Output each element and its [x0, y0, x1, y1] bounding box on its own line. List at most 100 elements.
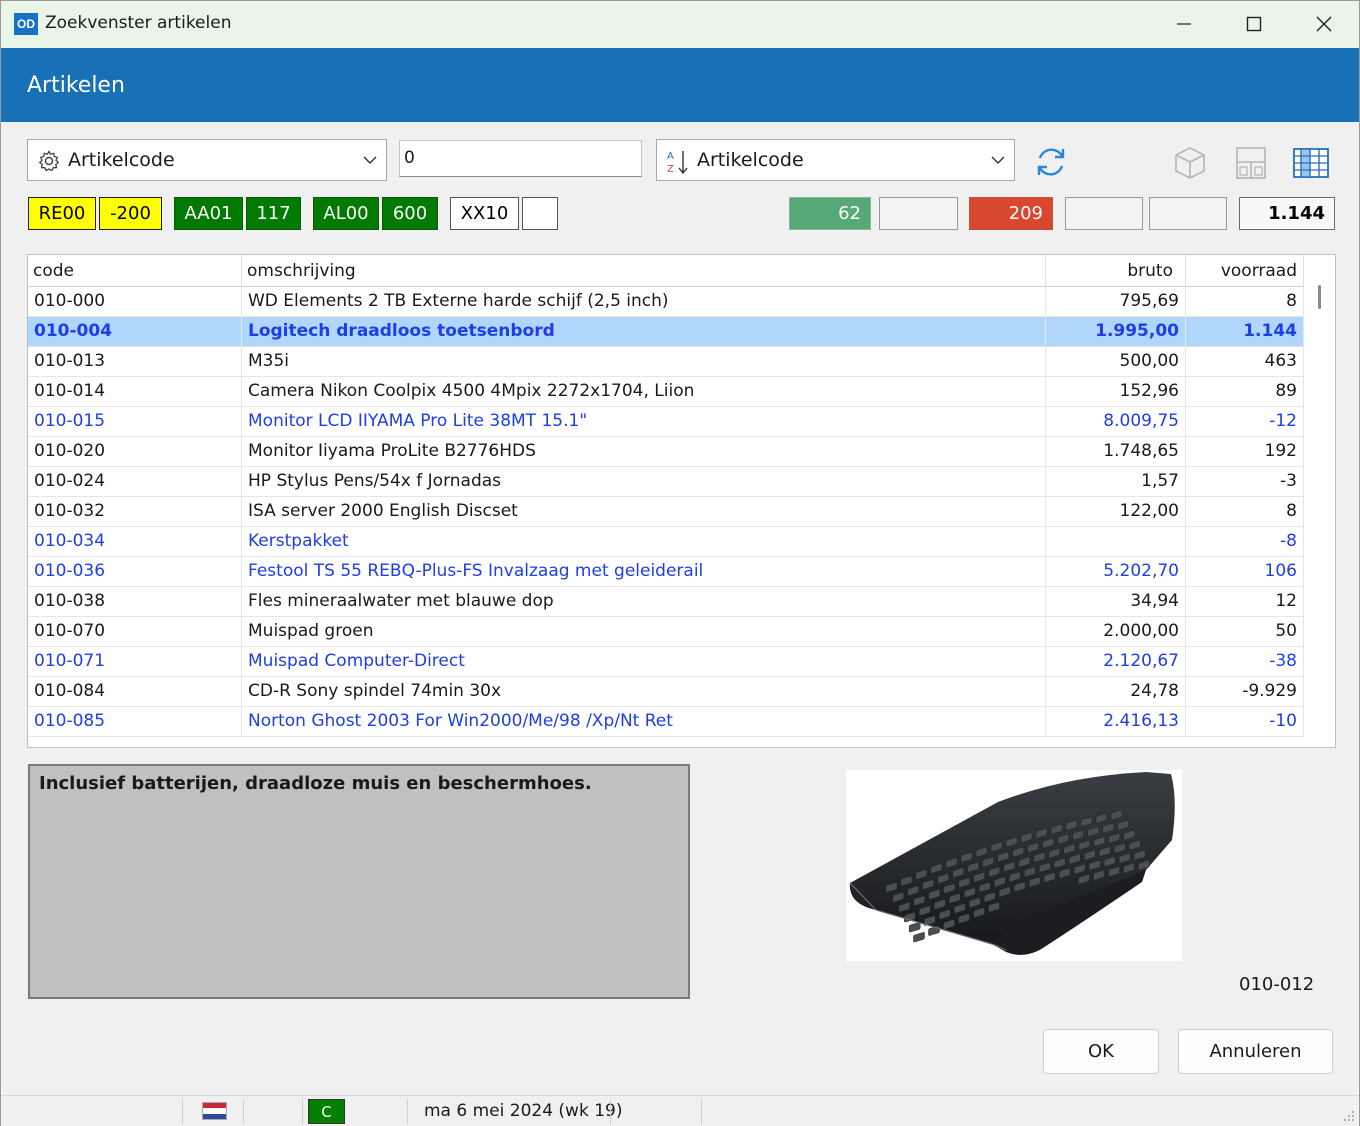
- keyboard-key: [913, 932, 925, 943]
- column-header-bruto[interactable]: bruto: [1046, 255, 1186, 287]
- cell-code: 010-084: [28, 677, 242, 707]
- column-header-voorraad[interactable]: voorraad: [1186, 255, 1304, 287]
- close-icon: [1316, 16, 1332, 32]
- sort-az-icon: A Z: [667, 151, 688, 175]
- cell-bruto: 24,78: [1046, 677, 1186, 707]
- table-row[interactable]: 010-015 Monitor LCD IIYAMA Pro Lite 38MT …: [28, 407, 1304, 437]
- cell-voorraad: -9.929: [1186, 677, 1304, 707]
- cell-bruto: 2.416,13: [1046, 707, 1186, 737]
- cell-bruto: 795,69: [1046, 287, 1186, 317]
- table-header: code omschrijving bruto voorraad: [28, 255, 1304, 287]
- cube-icon[interactable]: [1173, 145, 1207, 181]
- cell-omschrijving: CD-R Sony spindel 74min 30x: [242, 677, 1046, 707]
- article-description-memo[interactable]: Inclusief batterijen, draadloze muis en …: [28, 764, 690, 999]
- badge-re00-value[interactable]: -200: [99, 197, 162, 230]
- cell-omschrijving: Norton Ghost 2003 For Win2000/Me/98 /Xp/…: [242, 707, 1046, 737]
- ok-button[interactable]: OK: [1043, 1029, 1159, 1074]
- column-header-omschrijving[interactable]: omschrijving: [242, 255, 1046, 287]
- status-date: ma 6 mei 2024 (wk 19): [424, 1101, 623, 1121]
- column-header-code[interactable]: code: [28, 255, 242, 287]
- table-row[interactable]: 010-000 WD Elements 2 TB Externe harde sc…: [28, 287, 1304, 317]
- refresh-icon[interactable]: [1032, 143, 1070, 181]
- cell-bruto: 34,94: [1046, 587, 1186, 617]
- table-row[interactable]: 010-014 Camera Nikon Coolpix 4500 4Mpix 2…: [28, 377, 1304, 407]
- badge-aa01[interactable]: AA01: [174, 197, 243, 230]
- sort-combo[interactable]: A Z Artikelcode: [656, 139, 1015, 181]
- search-field-combo[interactable]: Artikelcode: [27, 139, 387, 181]
- table-row[interactable]: 010-070 Muispad groen 2.000,00 50: [28, 617, 1304, 647]
- table-row[interactable]: 010-004 Logitech draadloos toetsenbord 1.9…: [28, 317, 1304, 347]
- cell-omschrijving: Monitor LCD IIYAMA Pro Lite 38MT 15.1": [242, 407, 1046, 437]
- stat-red: 209: [969, 197, 1053, 230]
- cell-code: 010-014: [28, 377, 242, 407]
- badge-al00-value[interactable]: 600: [382, 197, 438, 230]
- article-search-window: OD Zoekvenster artikelen Artikelen Artik…: [0, 0, 1360, 1126]
- cell-omschrijving: Festool TS 55 REBQ-Plus-FS Invalzaag met…: [242, 557, 1046, 587]
- badge-al00[interactable]: AL00: [313, 197, 379, 230]
- layout-icon[interactable]: [1234, 145, 1268, 181]
- minimize-icon: [1177, 23, 1191, 25]
- cell-bruto: 500,00: [1046, 347, 1186, 377]
- cancel-button[interactable]: Annuleren: [1178, 1029, 1333, 1074]
- search-field-label: Artikelcode: [68, 149, 175, 171]
- product-image: [846, 770, 1182, 961]
- chevron-down-icon: [363, 156, 377, 164]
- stat-stock: 1.144: [1239, 197, 1335, 230]
- cell-code: 010-071: [28, 647, 242, 677]
- status-separator: [243, 1099, 244, 1124]
- cell-voorraad: 12: [1186, 587, 1304, 617]
- cell-omschrijving: Camera Nikon Coolpix 4500 4Mpix 2272x170…: [242, 377, 1046, 407]
- cell-voorraad: 106: [1186, 557, 1304, 587]
- svg-text:A: A: [667, 151, 674, 162]
- cell-omschrijving: Fles mineraalwater met blauwe dop: [242, 587, 1046, 617]
- dutch-flag-icon[interactable]: [202, 1102, 227, 1120]
- minimize-button[interactable]: [1149, 1, 1219, 47]
- maximize-icon: [1246, 16, 1262, 32]
- cell-voorraad: 8: [1186, 497, 1304, 527]
- search-input[interactable]: 0: [399, 140, 642, 177]
- cell-bruto: 152,96: [1046, 377, 1186, 407]
- vertical-scrollbar[interactable]: [1318, 285, 1321, 309]
- cell-bruto: 122,00: [1046, 497, 1186, 527]
- cell-omschrijving: Logitech draadloos toetsenbord: [242, 317, 1046, 347]
- cell-code: 010-036: [28, 557, 242, 587]
- table-row[interactable]: 010-084 CD-R Sony spindel 74min 30x 24,78-…: [28, 677, 1304, 707]
- table-row[interactable]: 010-032 ISA server 2000 English Discset 12…: [28, 497, 1304, 527]
- cell-code: 010-024: [28, 467, 242, 497]
- cell-bruto: 5.202,70: [1046, 557, 1186, 587]
- badge-re00[interactable]: RE00: [28, 197, 96, 230]
- company-badge[interactable]: C: [308, 1099, 345, 1124]
- stat-empty-1: [879, 197, 958, 230]
- table-row[interactable]: 010-036 Festool TS 55 REBQ-Plus-FS Invalz…: [28, 557, 1304, 587]
- badge-aa01-value[interactable]: 117: [246, 197, 301, 230]
- table-row[interactable]: 010-038 Fles mineraalwater met blauwe dop…: [28, 587, 1304, 617]
- badge-xx10[interactable]: XX10: [450, 197, 519, 230]
- cell-omschrijving: M35i: [242, 347, 1046, 377]
- table-row[interactable]: 010-020 Monitor Iiyama ProLite B2776HDS 1.…: [28, 437, 1304, 467]
- table-row[interactable]: 010-071 Muispad Computer-Direct 2.120,67 -3…: [28, 647, 1304, 677]
- table-row[interactable]: 010-034 Kerstpakket -8: [28, 527, 1304, 557]
- cell-bruto: 2.120,67: [1046, 647, 1186, 677]
- cell-voorraad: 89: [1186, 377, 1304, 407]
- table-row[interactable]: 010-085 Norton Ghost 2003 For Win2000/Me/…: [28, 707, 1304, 737]
- chevron-down-icon: [991, 156, 1005, 164]
- resize-grip-icon[interactable]: [1341, 1108, 1355, 1122]
- cell-voorraad: -38: [1186, 647, 1304, 677]
- maximize-button[interactable]: [1219, 1, 1289, 47]
- section-title: Artikelen: [27, 73, 125, 98]
- table-row[interactable]: 010-024 HP Stylus Pens/54x f Jornadas 1,57…: [28, 467, 1304, 497]
- columns-icon[interactable]: [1292, 146, 1330, 180]
- cell-omschrijving: ISA server 2000 English Discset: [242, 497, 1046, 527]
- stat-empty-2: [1065, 197, 1143, 230]
- table-body: 010-000 WD Elements 2 TB Externe harde sc…: [28, 287, 1304, 737]
- cell-code: 010-034: [28, 527, 242, 557]
- close-button[interactable]: [1289, 1, 1359, 47]
- sort-label: Artikelcode: [697, 149, 804, 171]
- title-bar: OD Zoekvenster artikelen: [1, 1, 1359, 48]
- article-table[interactable]: code omschrijving bruto voorraad 010-000…: [27, 254, 1336, 748]
- table-row[interactable]: 010-013 M35i 500,00 463: [28, 347, 1304, 377]
- status-separator: [407, 1099, 408, 1124]
- badge-xx10-value[interactable]: [522, 197, 558, 230]
- picture-article-code: 010-012: [1239, 974, 1315, 995]
- cell-omschrijving: Muispad Computer-Direct: [242, 647, 1046, 677]
